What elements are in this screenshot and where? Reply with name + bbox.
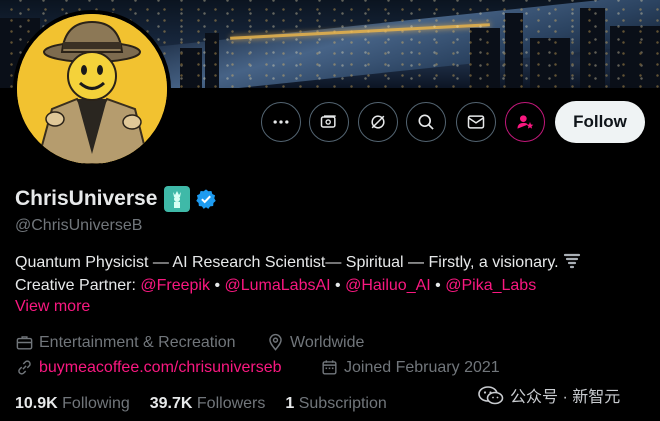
subscription-count: 1 — [285, 395, 295, 412]
watermark-text: 公众号 · 新智元 — [510, 389, 621, 406]
tornado-emoji-icon — [563, 252, 581, 270]
joined-item: Joined February 2021 — [320, 358, 500, 377]
grok-icon — [371, 115, 385, 129]
followers-stat[interactable]: 39.7K Followers — [150, 395, 266, 413]
location-pin-icon — [269, 333, 282, 351]
profile-stats: 10.9K Following 39.7K Followers 1 Subscr… — [15, 395, 387, 413]
following-label: Following — [62, 395, 130, 412]
category-item: Entertainment & Recreation — [15, 333, 236, 352]
following-stat[interactable]: 10.9K Following — [15, 395, 130, 413]
search-icon — [418, 114, 434, 130]
notify-user-button[interactable] — [505, 102, 545, 142]
handle: @ChrisUniverseB — [15, 217, 143, 234]
follow-button[interactable]: Follow — [555, 101, 645, 143]
notify-user-icon — [517, 115, 534, 129]
more-icon — [273, 120, 289, 124]
avatar[interactable] — [13, 10, 171, 168]
grok-button[interactable] — [358, 102, 398, 142]
verified-badge-icon[interactable] — [195, 188, 217, 210]
avatar-image — [17, 14, 167, 164]
bio-partner-prefix: Creative Partner: — [15, 277, 136, 294]
bio-line: Quantum Physicist — AI Research Scientis… — [15, 251, 581, 274]
separator: • — [335, 277, 341, 294]
partner-link[interactable]: @Freepik — [140, 277, 210, 294]
partner-link[interactable]: @Hailuo_AI — [345, 277, 431, 294]
separator: • — [214, 277, 221, 294]
view-more-link[interactable]: View more — [15, 298, 90, 316]
following-count: 10.9K — [15, 395, 58, 412]
wechat-watermark: 公众号 · 新智元 — [478, 383, 620, 407]
bio-text: Quantum Physicist — AI Research Scientis… — [15, 254, 559, 271]
subscription-label: Subscription — [298, 395, 387, 412]
display-name-row: ChrisUniverse — [15, 186, 217, 212]
message-icon — [467, 115, 485, 129]
location-item: Worldwide — [266, 333, 364, 352]
partner-link[interactable]: @LumaLabsAI — [225, 277, 331, 294]
link-icon — [18, 360, 31, 375]
subscribe-button[interactable] — [309, 102, 349, 142]
bio-line: Creative Partner: @Freepik • @LumaLabsAI… — [15, 274, 581, 297]
calendar-icon — [322, 360, 337, 375]
wechat-icon — [478, 386, 504, 405]
joined-text: Joined February 2021 — [344, 358, 500, 376]
separator: • — [435, 277, 441, 294]
subscribe-icon — [320, 115, 336, 128]
subscription-stat[interactable]: 1 Subscription — [285, 395, 386, 413]
category-text: Entertainment & Recreation — [39, 333, 236, 351]
bio: Quantum Physicist — AI Research Scientis… — [15, 251, 581, 297]
search-button[interactable] — [406, 102, 446, 142]
website-link[interactable]: buymeacoffee.com/chrisuniverseb — [39, 359, 282, 377]
followers-label: Followers — [196, 395, 266, 412]
more-button[interactable] — [261, 102, 301, 142]
avatar-figure — [17, 14, 167, 164]
briefcase-icon — [16, 336, 33, 350]
display-name: ChrisUniverse — [15, 187, 158, 210]
statue-of-liberty-icon — [164, 186, 191, 212]
message-button[interactable] — [456, 102, 496, 142]
location-text: Worldwide — [290, 333, 365, 351]
website-item[interactable]: buymeacoffee.com/chrisuniverseb — [15, 358, 282, 377]
followers-count: 39.7K — [149, 395, 193, 412]
partner-link[interactable]: @Pika_Labs — [445, 277, 536, 294]
